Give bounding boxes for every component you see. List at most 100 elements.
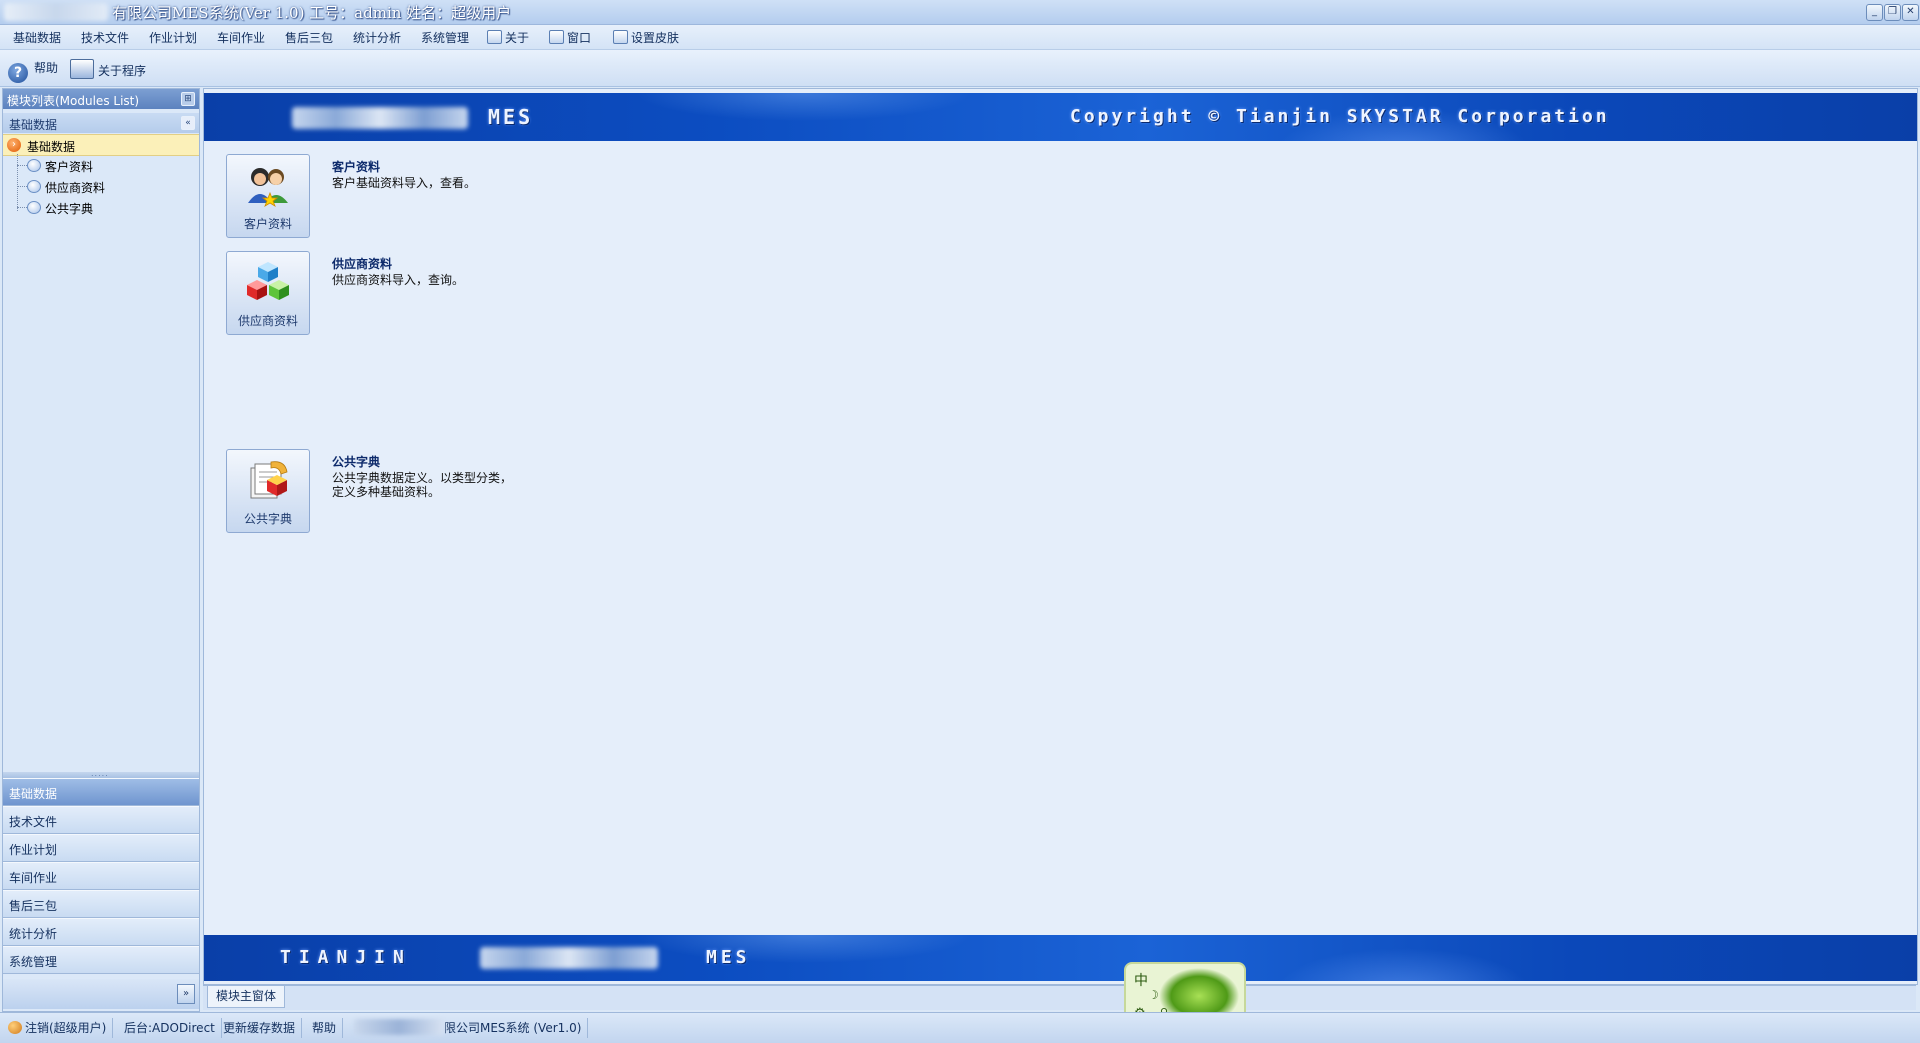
arrow-right-icon: › <box>7 138 21 152</box>
module-description: 供应商资料导入，查询。 <box>332 273 465 287</box>
dictionary-module-button[interactable]: 公共字典 <box>226 449 310 533</box>
nav-label: 技术文件 <box>9 815 58 829</box>
tree-item-dictionary[interactable]: 公共字典 <box>3 197 199 217</box>
restore-button[interactable]: ❐ <box>1884 4 1901 21</box>
window-title: 有限公司MES系统(Ver 1.0) 工号：admin 姓名：超级用户 <box>112 4 512 22</box>
system-info-label: 限公司MES系统 (Ver1.0) <box>444 1021 582 1035</box>
group-title: 基础数据 <box>9 118 58 132</box>
banner-city: TIANJIN <box>280 947 412 968</box>
backend-status: 后台:ADODirect <box>118 1018 222 1038</box>
nav-workshop[interactable]: 车间作业 <box>3 862 199 890</box>
module-title: 公共字典 <box>332 455 381 469</box>
system-info: 限公司MES系统 (Ver1.0) <box>348 1018 589 1038</box>
close-button[interactable]: ✕ <box>1902 4 1919 21</box>
top-banner: MES Copyright © Tianjin SKYSTAR Corporat… <box>204 93 1917 141</box>
nav-tech-docs[interactable]: 技术文件 <box>3 806 199 834</box>
about-program-button[interactable]: 关于程序 <box>70 59 146 79</box>
about-icon <box>487 30 502 44</box>
moon-icon[interactable]: ☽ <box>1148 988 1159 1002</box>
about-program-label: 关于程序 <box>98 64 147 78</box>
help-toolbar-button[interactable]: ? 帮助 <box>8 59 58 83</box>
customer-module-button[interactable]: 客户资料 <box>226 154 310 238</box>
module-main-window: MES Copyright © Tianjin SKYSTAR Corporat… <box>203 88 1918 985</box>
module-description: 公共字典数据定义。以类型分类， 定义多种基础资料。 <box>332 471 513 499</box>
user-icon <box>8 1021 22 1034</box>
menu-window-label: 窗口 <box>567 31 592 45</box>
tree-item-label: 公共字典 <box>45 202 94 216</box>
supplier-module-button[interactable]: 供应商资料 <box>226 251 310 335</box>
menu-after-sales[interactable]: 售后三包 <box>285 29 333 46</box>
menu-system[interactable]: 系统管理 <box>421 29 469 46</box>
tree-root-basic-data[interactable]: › 基础数据 <box>3 134 199 156</box>
menu-basic-data[interactable]: 基础数据 <box>13 29 61 46</box>
chevron-down-icon[interactable]: » <box>177 984 195 1004</box>
nav-label: 作业计划 <box>9 843 58 857</box>
module-list-title: 模块列表(Modules List) <box>7 94 140 108</box>
nav-statistics[interactable]: 统计分析 <box>3 918 199 946</box>
node-icon <box>27 180 41 193</box>
menu-tech-docs[interactable]: 技术文件 <box>81 29 129 46</box>
nav-label: 车间作业 <box>9 871 58 885</box>
nav-basic-data[interactable]: 基础数据 <box>3 778 199 806</box>
help-icon: ? <box>8 63 28 83</box>
dictionary-icon <box>250 461 288 499</box>
document-tab-strip: 模块主窗体 <box>203 985 1916 1010</box>
tree-item-label: 供应商资料 <box>45 181 106 195</box>
group-header[interactable]: 基础数据 « <box>3 113 199 133</box>
banner-product: MES <box>488 105 534 129</box>
node-icon <box>27 159 41 172</box>
company-name-blurred <box>480 947 658 969</box>
nav-label: 售后三包 <box>9 899 58 913</box>
skin-icon <box>613 30 628 44</box>
nav-system[interactable]: 系统管理 <box>3 946 199 974</box>
collapse-icon[interactable]: « <box>181 116 195 130</box>
window-icon <box>549 30 564 44</box>
nav-after-sales[interactable]: 售后三包 <box>3 890 199 918</box>
bottom-banner: TIANJIN MES <box>204 935 1917 981</box>
menu-bar: 基础数据 技术文件 作业计划 车间作业 售后三包 统计分析 系统管理 关于 窗口… <box>0 25 1920 50</box>
tree-item-customer[interactable]: 客户资料 <box>3 155 199 175</box>
nav-label: 系统管理 <box>9 955 58 969</box>
pin-icon[interactable]: ⊞ <box>181 92 195 106</box>
status-help-button[interactable]: 帮助 <box>306 1018 344 1038</box>
module-description: 客户基础资料导入，查看。 <box>332 176 477 190</box>
printer-icon <box>70 59 94 79</box>
nav-work-plan[interactable]: 作业计划 <box>3 834 199 862</box>
node-icon <box>27 201 41 214</box>
minimize-button[interactable]: _ <box>1866 4 1883 21</box>
refresh-cache-button[interactable]: 更新缓存数据 <box>217 1018 303 1038</box>
tree-root-label: 基础数据 <box>27 140 76 154</box>
cubes-icon <box>247 262 289 300</box>
tab-module-main[interactable]: 模块主窗体 <box>207 986 286 1008</box>
menu-workshop[interactable]: 车间作业 <box>217 29 265 46</box>
tree-item-supplier[interactable]: 供应商资料 <box>3 176 199 196</box>
menu-work-plan[interactable]: 作业计划 <box>149 29 197 46</box>
banner-product: MES <box>706 947 751 968</box>
logout-button[interactable]: 注销(超级用户) <box>2 1018 114 1038</box>
module-button-caption: 公共字典 <box>243 512 292 526</box>
logout-label: 注销(超级用户) <box>25 1021 107 1035</box>
module-button-caption: 供应商资料 <box>237 314 298 328</box>
module-list-header: 模块列表(Modules List) ⊞ <box>3 89 199 109</box>
customers-icon <box>248 168 288 207</box>
nav-label: 基础数据 <box>9 787 58 801</box>
module-title: 供应商资料 <box>332 257 393 271</box>
module-list-panel: 模块列表(Modules List) ⊞ 基础数据 « › 基础数据 客户资料 … <box>2 88 200 1012</box>
company-logo-blurred <box>292 107 468 129</box>
title-bar: 有限公司MES系统(Ver 1.0) 工号：admin 姓名：超级用户 _ ❐ … <box>0 0 1920 25</box>
nav-label: 统计分析 <box>9 927 58 941</box>
menu-window[interactable]: 窗口 <box>549 29 591 46</box>
menu-about-label: 关于 <box>505 31 530 45</box>
menu-about[interactable]: 关于 <box>487 29 529 46</box>
menu-statistics[interactable]: 统计分析 <box>353 29 401 46</box>
module-button-caption: 客户资料 <box>243 217 292 231</box>
menu-skin-label: 设置皮肤 <box>631 31 680 45</box>
ime-language-indicator[interactable]: 中 <box>1134 970 1148 990</box>
module-title: 客户资料 <box>332 160 381 174</box>
nav-overflow: » <box>3 979 199 1009</box>
menu-skin[interactable]: 设置皮肤 <box>613 29 679 46</box>
app-logo-blurred <box>4 3 108 21</box>
company-name-blurred <box>354 1019 444 1035</box>
help-label: 帮助 <box>34 61 59 75</box>
status-bar: 注销(超级用户) 后台:ADODirect 更新缓存数据 帮助 限公司MES系统… <box>0 1012 1920 1043</box>
